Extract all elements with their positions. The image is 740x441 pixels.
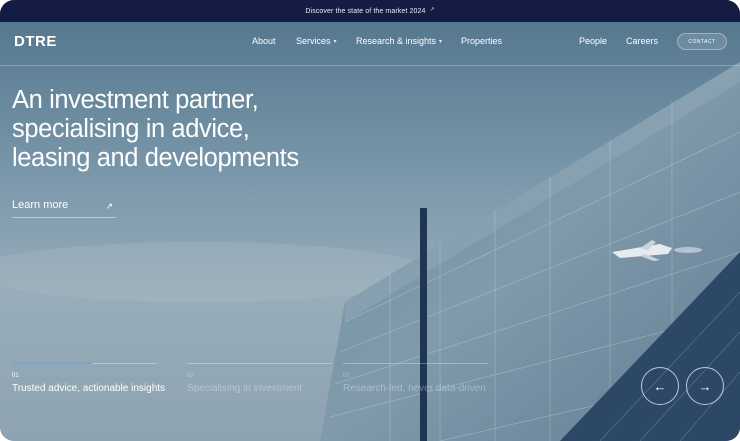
nav-careers-label: Careers — [626, 36, 659, 46]
carousel-prev-button[interactable]: ← — [641, 367, 679, 405]
hero-headline-line: leasing and developments — [12, 144, 299, 172]
main-navigation: DTRE About Services ▾ Research & insight… — [0, 22, 740, 66]
arrow-left-icon: ← — [653, 378, 667, 394]
slide-number: 01 — [12, 373, 19, 379]
page-frame: Discover the state of the market 2024 ↗ … — [0, 0, 740, 441]
nav-about[interactable]: About — [252, 36, 276, 46]
slide-progress-bar — [343, 363, 488, 364]
carousel-next-button[interactable]: → — [686, 367, 724, 405]
chevron-down-icon: ▾ — [439, 38, 443, 45]
learn-more-label: Learn more — [12, 199, 69, 211]
slide-label: Trusted advice, actionable insights — [12, 383, 166, 394]
slide-tab-2[interactable]: 02 Specialising in investment — [187, 363, 332, 394]
nav-research-label: Research & insights — [356, 36, 437, 46]
chevron-down-icon: ▾ — [333, 38, 337, 45]
external-link-icon: ↗ — [429, 6, 435, 13]
nav-research[interactable]: Research & insights ▾ — [356, 36, 442, 46]
slide-tab-1[interactable]: 01 Trusted advice, actionable insights — [12, 362, 166, 394]
hero-headline-line: An investment partner, — [12, 86, 259, 114]
slide-number: 03 — [343, 373, 350, 379]
nav-people[interactable]: People — [579, 36, 607, 46]
announcement-bar[interactable]: Discover the state of the market 2024 ↗ — [0, 0, 740, 22]
nav-about-label: About — [252, 36, 276, 46]
hero-headline: An investment partner, specialising in a… — [12, 86, 372, 173]
nav-properties[interactable]: Properties — [461, 36, 502, 46]
contact-button[interactable]: CONTACT — [677, 33, 727, 50]
brand-logo[interactable]: DTRE — [14, 33, 57, 50]
arrow-up-right-icon: ↗ — [105, 201, 113, 211]
nav-services-label: Services — [296, 36, 331, 46]
slide-label: Specialising in investment — [187, 383, 303, 394]
nav-careers[interactable]: Careers — [626, 36, 658, 46]
slide-progress-bar — [187, 363, 332, 364]
hero-headline-line: specialising in advice, — [12, 115, 250, 143]
slide-number: 02 — [187, 373, 194, 379]
slide-label: Research-led, never data-driven — [343, 383, 486, 394]
announcement-text[interactable]: Discover the state of the market 2024 — [305, 8, 425, 15]
nav-people-label: People — [579, 36, 608, 46]
nav-properties-label: Properties — [461, 36, 503, 46]
arrow-right-icon: → — [698, 378, 712, 394]
slide-progress-bar — [12, 362, 157, 364]
nav-services[interactable]: Services ▾ — [296, 36, 337, 46]
slide-tab-3[interactable]: 03 Research-led, never data-driven — [343, 363, 488, 394]
learn-more-link[interactable]: Learn more ↗ — [12, 199, 116, 218]
